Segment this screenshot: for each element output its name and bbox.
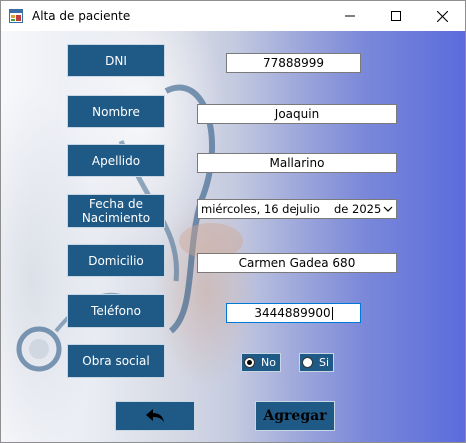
window-title: Alta de paciente [32, 9, 131, 23]
obra-social-radio-no[interactable]: No [241, 353, 281, 372]
telefono-label: Teléfono [67, 294, 165, 328]
radio-no-label: No [261, 356, 276, 369]
date-weekday-day: miércoles, 16 de [201, 202, 297, 216]
date-year: de 2025 [334, 202, 382, 216]
nombre-label: Nombre [67, 95, 165, 128]
obra-social-label: Obra social [67, 344, 165, 378]
fecha-nacimiento-label: Fecha de Nacimiento [67, 194, 165, 228]
fecha-label-line1: Fecha de [89, 197, 143, 211]
minimize-icon [345, 15, 355, 17]
form-client-area: DNI 77888999 Nombre Joaquin Apellido Mal… [1, 31, 465, 442]
minimize-button[interactable] [327, 1, 373, 31]
close-button[interactable] [419, 1, 465, 31]
close-icon [436, 10, 448, 22]
agregar-button-label: Agregar [263, 408, 327, 424]
back-button[interactable] [115, 401, 195, 431]
titlebar: Alta de paciente [1, 1, 465, 31]
telefono-value: 3444889900 [254, 306, 331, 320]
dni-field[interactable]: 77888999 [226, 53, 361, 73]
fecha-label-line2: Nacimiento [81, 211, 151, 225]
fecha-nacimiento-datepicker[interactable]: miércoles, 16 de julio de 2025 [197, 199, 397, 219]
dni-label: DNI [67, 44, 165, 77]
chevron-down-icon[interactable] [383, 204, 393, 214]
maximize-button[interactable] [373, 1, 419, 31]
apellido-label: Apellido [67, 144, 165, 177]
radio-checked-icon [244, 357, 255, 368]
agregar-button[interactable]: Agregar [255, 401, 335, 431]
radio-si-label: Si [319, 356, 330, 369]
apellido-field[interactable]: Mallarino [197, 153, 397, 173]
form-app-icon [9, 9, 23, 23]
back-arrow-icon [146, 409, 164, 422]
maximize-icon [391, 11, 401, 21]
domicilio-label: Domicilio [67, 244, 165, 277]
domicilio-field[interactable]: Carmen Gadea 680 [197, 253, 397, 273]
window: Alta de paciente DNI 77888999 Nombre Joa… [0, 0, 466, 443]
stethoscope-illustration [16, 84, 243, 372]
obra-social-radio-si[interactable]: Si [299, 353, 334, 372]
text-caret [331, 307, 333, 320]
telefono-field[interactable]: 3444889900 [226, 303, 361, 323]
nombre-field[interactable]: Joaquin [197, 104, 397, 124]
radio-unchecked-icon [302, 357, 313, 368]
date-month: julio [296, 202, 320, 216]
